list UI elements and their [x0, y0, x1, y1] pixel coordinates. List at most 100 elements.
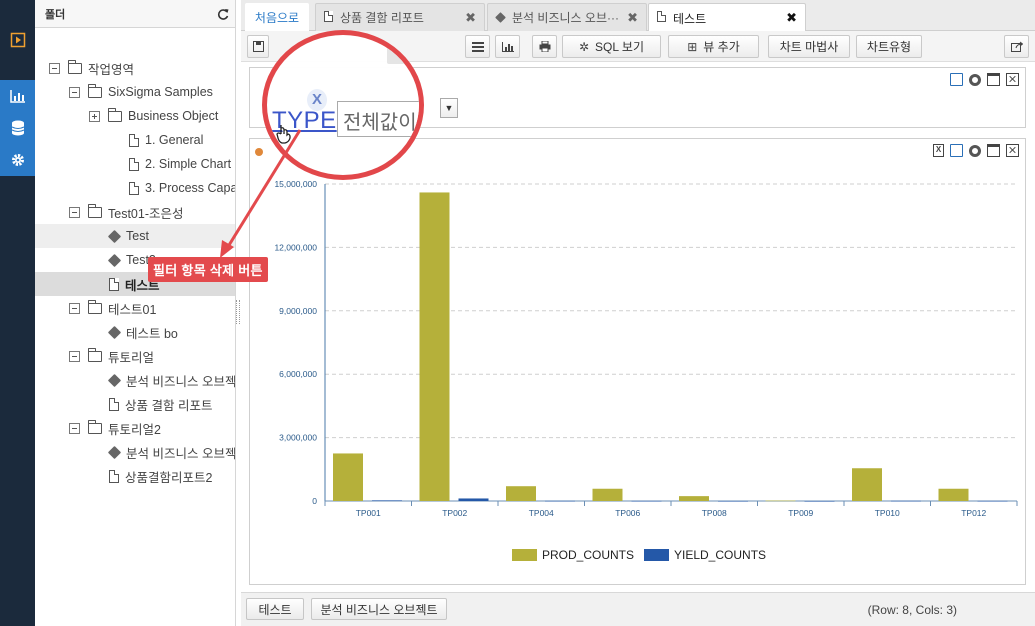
cube-icon [107, 445, 122, 459]
bottom-tab-test[interactable]: 테스트 [246, 598, 304, 620]
maximize-icon[interactable] [987, 73, 1000, 86]
tree-item[interactable]: 튜토리얼2 [35, 416, 235, 440]
gear-icon [11, 154, 24, 166]
tab-close-icon[interactable]: ✖ [627, 10, 638, 26]
tree-item[interactable]: 분석 비즈니스 오브젝트 [35, 440, 235, 464]
bar-prod-counts [938, 488, 969, 501]
gear-icon[interactable] [969, 73, 981, 86]
share-icon [1010, 41, 1023, 52]
tree-item-label: 튜토리얼 [108, 350, 155, 365]
magnifier-overlay: 드 TYPE X 전체값이 [262, 30, 424, 180]
bar-prod-counts [679, 496, 709, 501]
sql-view-button[interactable]: ✲ SQL 보기 [562, 35, 661, 58]
collapse-icon[interactable] [69, 206, 80, 218]
save-button[interactable] [247, 35, 269, 58]
tab-close-icon[interactable]: ✖ [465, 10, 476, 26]
export-button[interactable] [1004, 35, 1029, 58]
tree-item[interactable]: SixSigma Samples [35, 80, 235, 104]
collapse-icon[interactable] [69, 86, 80, 98]
chart-wizard-button[interactable]: 차트 마법사 [768, 35, 850, 58]
chart-menu-button[interactable] [0, 80, 35, 112]
cube-icon [107, 325, 122, 339]
document-icon [129, 181, 139, 195]
expand-panel-button[interactable] [0, 24, 35, 56]
bar-chart: 0 3,000,000 6,000,000 9,000,000 12,000,000 15… [274, 179, 1018, 562]
tree-item[interactable]: Test [35, 224, 235, 248]
cube-icon [107, 229, 122, 243]
x-tick-label: TP012 [961, 508, 986, 518]
bottom-tab-business-object[interactable]: 분석 비즈니스 오브젝트 [311, 598, 447, 620]
tab-home[interactable]: 처음으로 [245, 3, 309, 31]
legend-swatch [644, 549, 669, 561]
folder-icon [108, 107, 122, 122]
tree-item[interactable]: 1. General [35, 128, 235, 152]
expand-icon[interactable] [89, 110, 100, 122]
tree-item-label: 분석 비즈니스 오브젝트 [126, 374, 235, 389]
list-view-button[interactable] [465, 35, 490, 58]
tree-item[interactable]: 3. Process Capabilit [35, 176, 235, 200]
collapse-icon[interactable] [69, 302, 80, 314]
filter-dropdown-arrow[interactable]: ▼ [440, 98, 458, 118]
add-view-button[interactable]: ⊞ 뷰 추가 [668, 35, 759, 58]
bar-yield-counts [804, 500, 835, 502]
bottom-tab-label: 분석 비즈니스 오브젝트 [320, 602, 438, 617]
print-button[interactable] [532, 35, 557, 58]
y-tick-label: 12,000,000 [274, 242, 317, 252]
x-tick-label: TP008 [702, 508, 727, 518]
tree-item-label: 작업영역 [88, 62, 135, 77]
tree-item[interactable]: 분석 비즈니스 오브젝트 [35, 368, 235, 392]
edit-icon[interactable] [950, 73, 963, 86]
tab-business-object[interactable]: 분석 비즈니스 오브··· ✖ [487, 3, 647, 31]
tree-item[interactable]: 상품 결함 리포트 [35, 392, 235, 416]
tree-item[interactable]: 2. Simple Chart [35, 152, 235, 176]
document-icon [657, 11, 666, 25]
tree-item-label: SixSigma Samples [108, 85, 213, 99]
document-icon [109, 469, 119, 483]
collapse-icon[interactable] [49, 62, 60, 74]
sql-view-label: SQL 보기 [595, 40, 645, 54]
close-icon[interactable] [1006, 73, 1019, 86]
collapse-icon[interactable] [69, 422, 80, 434]
tree-item-label: 1. General [145, 133, 204, 147]
tree-item[interactable]: 테스트 bo [35, 320, 235, 344]
tree-item-label: 2. Simple Chart [145, 157, 232, 171]
folder-panel-title: 폴더 [45, 8, 66, 21]
tree-item[interactable]: 테스트01 [35, 296, 235, 320]
chart-type-button[interactable]: 차트유형 [856, 35, 922, 58]
splitter-handle[interactable] [236, 300, 240, 324]
tab-defect-report[interactable]: 상품 결함 리포트 ✖ [315, 3, 485, 31]
tab-label: 상품 결함 리포트 [340, 11, 424, 25]
tree-item[interactable]: Test01-조은성 [35, 200, 235, 224]
database-menu-button[interactable] [0, 112, 35, 144]
refresh-icon[interactable] [217, 8, 229, 20]
bottom-tab-label: 테스트 [258, 602, 292, 617]
callout-label: 필터 항목 삭제 버튼 [148, 257, 268, 282]
tree-item-label: Test [126, 229, 149, 243]
play-box-icon [10, 32, 25, 48]
chart-panel: X 0 3,000,000 6,000,000 9,000,000 12,000,000… [249, 138, 1026, 585]
filter-remove-button[interactable]: X [307, 89, 327, 111]
tree-item[interactable]: 작업영역 [35, 56, 235, 80]
tree-item[interactable]: Business Object [35, 104, 235, 128]
chart-view-button[interactable] [495, 35, 520, 58]
folder-panel-header: 폴더 [35, 0, 235, 28]
bar-chart-icon [9, 90, 25, 103]
x-tick-label: TP002 [442, 508, 467, 518]
document-icon [129, 157, 139, 171]
row-col-status: (Row: 8, Cols: 3) [867, 603, 957, 617]
tab-close-icon[interactable]: ✖ [786, 10, 797, 26]
bar-prod-counts [419, 192, 450, 501]
legend-label: YIELD_COUNTS [674, 548, 766, 562]
tree-item[interactable]: 튜토리얼 [35, 344, 235, 368]
tab-test[interactable]: 테스트 ✖ [648, 3, 806, 32]
chart-wizard-label: 차트 마법사 [779, 40, 839, 54]
collapse-icon[interactable] [69, 350, 80, 362]
x-tick-label: TP004 [529, 508, 554, 518]
tree-item[interactable]: 상품결함리포트2 [35, 464, 235, 488]
tree-item-label: 3. Process Capabilit [145, 181, 235, 195]
bar-yield-counts [718, 500, 748, 502]
bar-prod-counts [852, 468, 882, 501]
x-tick-label: TP001 [356, 508, 381, 518]
settings-menu-button[interactable] [0, 144, 35, 176]
add-view-label: 뷰 추가 [703, 40, 740, 54]
